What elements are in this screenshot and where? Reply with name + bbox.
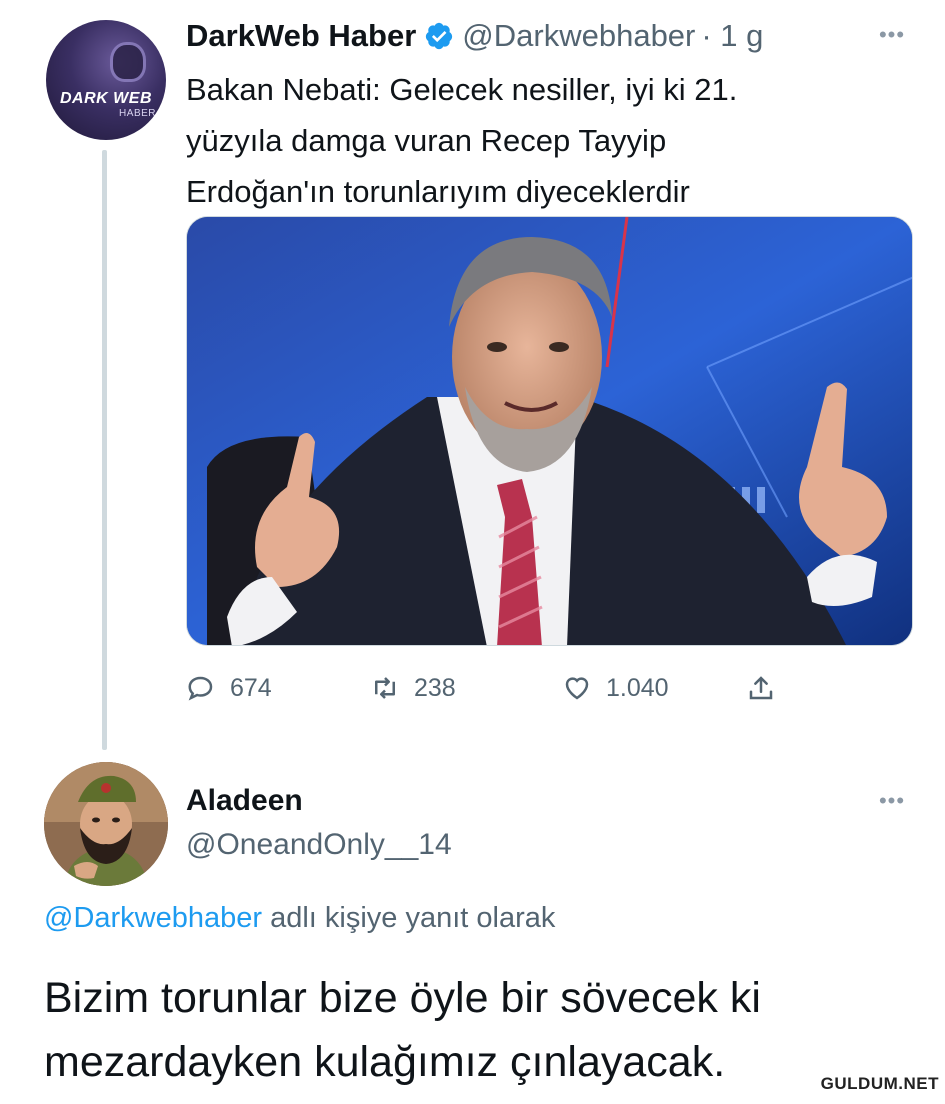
reply-text-line: mezardayken kulağımız çınlayacak.: [44, 1038, 726, 1086]
site-watermark: GULDUM.NET: [820, 1074, 939, 1093]
tweet-text: Bakan Nebati: Gelecek nesiller, iyi ki 2…: [186, 64, 876, 217]
tweet-text-line: Bakan Nebati: Gelecek nesiller, iyi ki 2…: [186, 72, 738, 107]
avatar-logo-mark: [110, 42, 146, 82]
reply-icon: [188, 676, 213, 701]
tweet-photo-illustration: [187, 217, 912, 645]
tweet-text-line: Erdoğan'ın torunlarıyım diyeceklerdir: [186, 174, 690, 209]
tweet-actions: 674 238 1.040: [186, 666, 786, 710]
reply-author-avatar[interactable]: [44, 762, 168, 886]
original-tweet: DARK WEB HABER DarkWeb Haber @Darkwebhab…: [0, 0, 945, 750]
reply-more-icon[interactable]: •••: [872, 790, 912, 814]
retweet-icon: [375, 677, 395, 699]
replying-to: @Darkwebhaber adlı kişiye yanıt olarak: [44, 902, 555, 935]
retweet-count: 238: [414, 673, 456, 702]
verified-badge-icon: [426, 22, 453, 50]
replying-to-label: adlı kişiye yanıt olarak: [262, 902, 556, 934]
author-avatar[interactable]: DARK WEB HABER: [46, 20, 166, 140]
reply-text: Bizim torunlar bize öyle bir sövecek ki …: [44, 966, 914, 1094]
author-name[interactable]: DarkWeb Haber: [186, 18, 416, 54]
avatar-brand-text: DARK WEB: [60, 90, 152, 107]
reply-author-name[interactable]: Aladeen: [186, 784, 303, 818]
thread-line: [102, 150, 107, 750]
tweet-text-line: yüzyıla damga vuran Recep Tayyip: [186, 123, 667, 158]
tweet-header: DarkWeb Haber @Darkwebhaber · 1 g: [186, 14, 763, 58]
reply-text-line: Bizim torunlar bize öyle bir sövecek ki: [44, 974, 761, 1022]
like-count: 1.040: [606, 673, 669, 702]
more-icon[interactable]: •••: [872, 24, 912, 48]
tweet-photo[interactable]: [186, 216, 913, 646]
retweet-action[interactable]: 238: [370, 666, 456, 710]
share-action[interactable]: [746, 666, 790, 710]
like-icon: [565, 677, 589, 700]
author-handle[interactable]: @Darkwebhaber: [462, 18, 695, 54]
tweet-time[interactable]: · 1 g: [701, 18, 763, 54]
replying-to-mention[interactable]: @Darkwebhaber: [44, 902, 262, 934]
share-icon: [749, 676, 773, 700]
reply-count: 674: [230, 673, 272, 702]
like-action[interactable]: 1.040: [562, 666, 669, 710]
reply-avatar-illustration: [44, 762, 168, 886]
reply-action[interactable]: 674: [186, 666, 272, 710]
avatar-subbrand-text: HABER: [119, 108, 156, 119]
reply-author-handle[interactable]: @OneandOnly__14: [186, 828, 452, 862]
